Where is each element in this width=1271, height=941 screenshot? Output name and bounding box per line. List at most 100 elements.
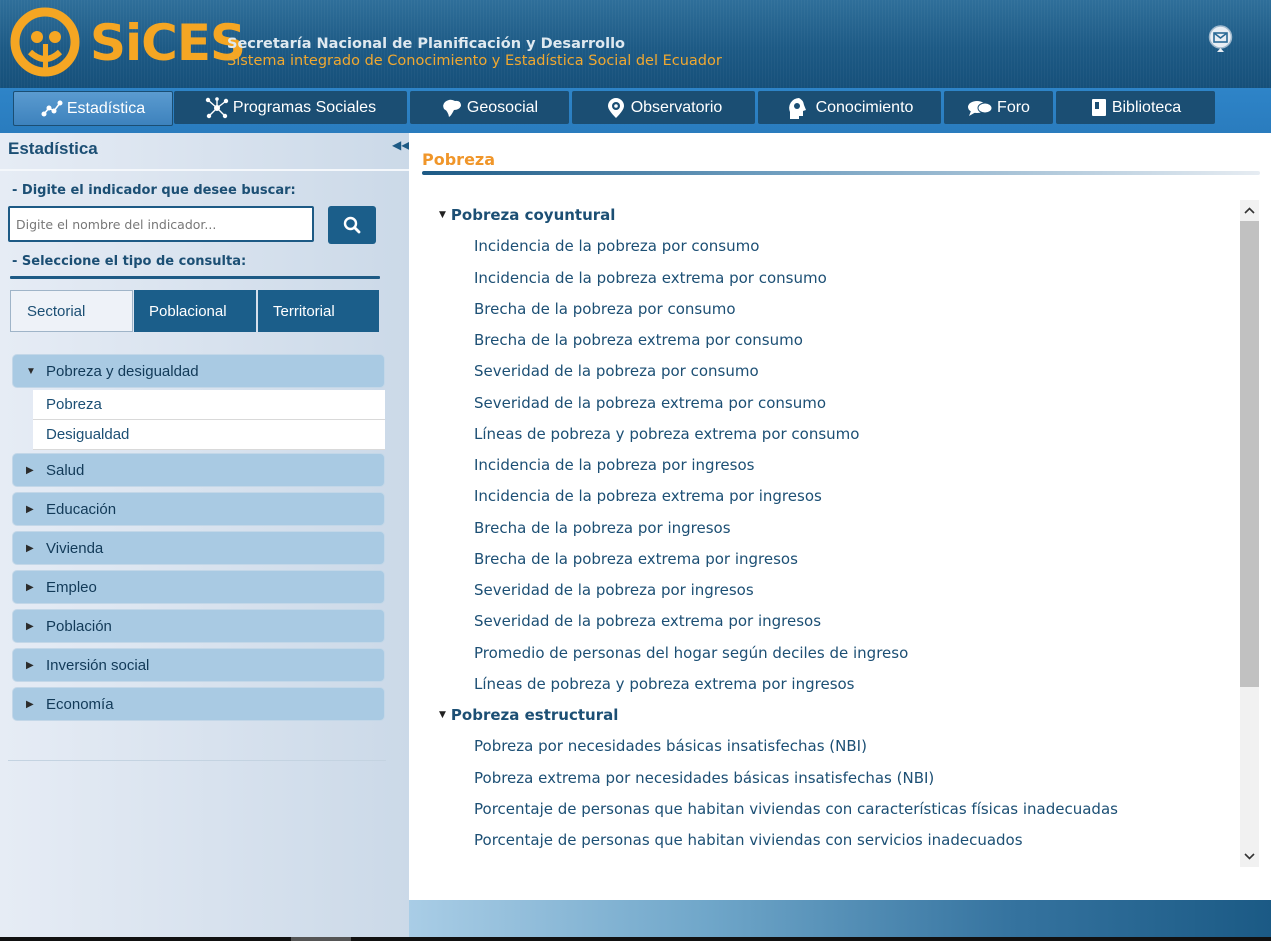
nav-item-estadistica[interactable]: Estadística xyxy=(13,91,173,126)
indicator-link[interactable]: Incidencia de la pobreza extrema por ing… xyxy=(474,487,822,505)
indicator-link[interactable]: Brecha de la pobreza por ingresos xyxy=(474,519,731,537)
chart-nodes-icon xyxy=(41,100,63,116)
indicator-link[interactable]: Promedio de personas del hogar según dec… xyxy=(474,644,908,662)
indicator-link[interactable]: Severidad de la pobreza extrema por cons… xyxy=(474,394,826,412)
map-icon xyxy=(443,99,461,117)
category-label: Población xyxy=(46,617,112,635)
indicator-link[interactable]: Severidad de la pobreza por consumo xyxy=(474,362,759,380)
subcategory-pobreza[interactable]: Pobreza xyxy=(33,390,385,420)
org-name: Secretaría Nacional de Planificación y D… xyxy=(227,36,626,52)
nav-label: Foro xyxy=(997,98,1030,116)
caret-right-icon: ▶ xyxy=(26,581,34,593)
bottom-bar xyxy=(0,937,1271,941)
scroll-up-arrow-icon[interactable] xyxy=(1240,201,1259,219)
caret-down-icon: ▼ xyxy=(26,365,36,377)
mail-icon[interactable] xyxy=(1207,25,1234,52)
indicator-search-input[interactable] xyxy=(8,206,314,242)
indicator-link[interactable]: Brecha de la pobreza por consumo xyxy=(474,300,736,318)
indicator-link[interactable]: Incidencia de la pobreza por consumo xyxy=(474,237,759,255)
indicator-link[interactable]: Incidencia de la pobreza extrema por con… xyxy=(474,269,827,287)
title-underline xyxy=(422,171,1260,175)
nav-item-geosocial[interactable]: Geosocial xyxy=(410,91,569,124)
caret-right-icon: ▶ xyxy=(26,464,34,476)
category-label: Inversión social xyxy=(46,656,150,674)
search-icon xyxy=(343,216,361,234)
network-icon xyxy=(205,96,229,118)
indicator-link[interactable]: Porcentaje de personas que habitan vivie… xyxy=(474,800,1118,818)
indicator-link[interactable]: Pobreza extrema por necesidades básicas … xyxy=(474,769,934,787)
category-educacion[interactable]: ▶ Educación xyxy=(12,492,385,526)
search-button[interactable] xyxy=(328,206,376,244)
category-label: Economía xyxy=(46,695,114,713)
tab-poblacional[interactable]: Poblacional xyxy=(134,290,256,332)
category-poblacion[interactable]: ▶ Población xyxy=(12,609,385,643)
system-name: Sistema integrado de Conocimiento y Esta… xyxy=(227,53,722,69)
nav-item-conocimiento[interactable]: Conocimiento xyxy=(758,91,941,124)
logo-mark-icon xyxy=(10,7,80,77)
category-empleo[interactable]: ▶ Empleo xyxy=(12,570,385,604)
category-label: Vivienda xyxy=(46,539,104,557)
divider xyxy=(8,760,386,761)
indicator-link[interactable]: Líneas de pobreza y pobreza extrema por … xyxy=(474,425,859,443)
main-content: Pobreza ▼ Pobreza coyuntural Incidencia … xyxy=(409,133,1271,900)
tab-territorial[interactable]: Territorial xyxy=(258,290,379,332)
nav-label: Geosocial xyxy=(466,98,539,116)
page-title: Pobreza xyxy=(422,150,496,169)
indicator-link[interactable]: Severidad de la pobreza extrema por ingr… xyxy=(474,612,821,630)
group-title: Pobreza estructural xyxy=(450,706,619,724)
group-title: Pobreza coyuntural xyxy=(450,206,616,224)
category-label: Empleo xyxy=(46,578,97,596)
nav-label: Estadística xyxy=(66,99,146,117)
group-pobreza-coyuntural[interactable]: ▼ Pobreza coyuntural xyxy=(439,206,615,224)
caret-right-icon: ▶ xyxy=(26,542,34,554)
collapse-panel-icon[interactable]: ◀◀ xyxy=(392,138,410,152)
query-type-label: - Seleccione el tipo de consulta: xyxy=(12,254,247,269)
subcategory-desigualdad[interactable]: Desigualdad xyxy=(33,420,385,450)
indicator-link[interactable]: Pobreza por necesidades básicas insatisf… xyxy=(474,737,867,755)
head-icon xyxy=(788,97,806,119)
nav-item-foro[interactable]: Foro xyxy=(944,91,1053,124)
chat-bubbles-icon xyxy=(968,100,993,116)
indicator-list: ▼ Pobreza coyuntural Incidencia de la po… xyxy=(429,197,1239,867)
nav-item-programas-sociales[interactable]: Programas Sociales xyxy=(174,91,407,124)
nav-item-observatorio[interactable]: Observatorio xyxy=(572,91,755,124)
group-pobreza-estructural[interactable]: ▼ Pobreza estructural xyxy=(439,706,618,724)
nav-label: Biblioteca xyxy=(1111,98,1182,116)
logo-wordmark: SiCES xyxy=(90,14,246,72)
indicator-link[interactable]: Líneas de pobreza y pobreza extrema por … xyxy=(474,675,855,693)
category-economia[interactable]: ▶ Economía xyxy=(12,687,385,721)
caret-down-icon: ▼ xyxy=(439,710,446,720)
caret-down-icon: ▼ xyxy=(439,210,446,220)
caret-right-icon: ▶ xyxy=(26,503,34,515)
category-label: Pobreza y desigualdad xyxy=(46,362,199,380)
sices-logo[interactable]: SiCES xyxy=(8,2,246,84)
divider xyxy=(0,169,409,171)
nav-label: Programas Sociales xyxy=(232,98,377,116)
book-icon xyxy=(1091,98,1106,116)
bottom-bar-scroll xyxy=(291,937,351,941)
divider xyxy=(10,276,380,279)
category-pobreza-desigualdad[interactable]: ▼ Pobreza y desigualdad xyxy=(12,354,385,388)
scroll-down-arrow-icon[interactable] xyxy=(1240,847,1259,865)
indicator-link[interactable]: Porcentaje de personas que habitan vivie… xyxy=(474,831,1023,849)
indicator-link[interactable]: Brecha de la pobreza extrema por ingreso… xyxy=(474,550,798,568)
scrollbar-thumb[interactable] xyxy=(1240,221,1259,687)
indicator-link[interactable]: Incidencia de la pobreza por ingresos xyxy=(474,456,754,474)
indicator-link[interactable]: Brecha de la pobreza extrema por consumo xyxy=(474,331,803,349)
category-label: Educación xyxy=(46,500,117,518)
sidebar-title: Estadística xyxy=(8,139,98,158)
nav-label: Observatorio xyxy=(630,98,723,116)
nav-item-biblioteca[interactable]: Biblioteca xyxy=(1056,91,1215,124)
category-salud[interactable]: ▶ Salud xyxy=(12,453,385,487)
indicator-link[interactable]: Severidad de la pobreza por ingresos xyxy=(474,581,754,599)
caret-right-icon: ▶ xyxy=(26,698,34,710)
category-inversion-social[interactable]: ▶ Inversión social xyxy=(12,648,385,682)
category-vivienda[interactable]: ▶ Vivienda xyxy=(12,531,385,565)
tab-sectorial[interactable]: Sectorial xyxy=(10,290,133,332)
nav-label: Conocimiento xyxy=(815,98,914,116)
search-label: - Digite el indicador que desee buscar: xyxy=(12,183,296,198)
category-label: Salud xyxy=(46,461,85,479)
site-header: SiCES Secretaría Nacional de Planificaci… xyxy=(0,0,1271,88)
footer-band xyxy=(409,900,1271,937)
main-nav: Estadística Programas Sociales Geosocial… xyxy=(0,88,1271,133)
